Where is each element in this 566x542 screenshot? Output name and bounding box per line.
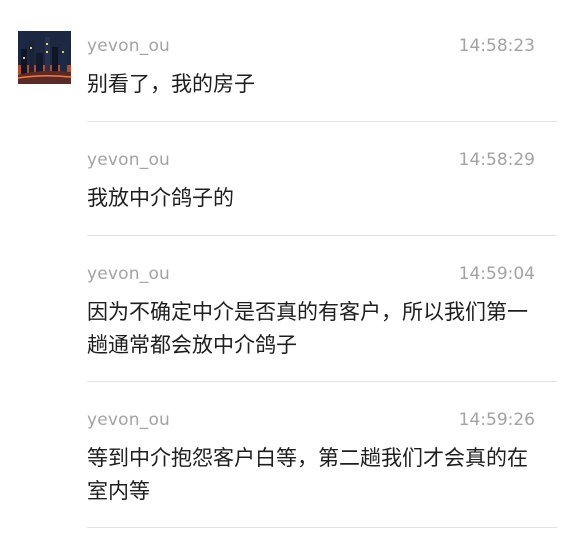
sender-name[interactable]: yevon_ou	[87, 410, 170, 430]
message-meta: yevon_ou 14:58:23	[87, 36, 535, 58]
message-meta: yevon_ou 14:59:26	[87, 410, 535, 432]
divider	[87, 121, 557, 122]
message-meta: yevon_ou 14:59:04	[87, 264, 535, 286]
timestamp: 14:58:29	[458, 150, 535, 170]
message-meta: yevon_ou 14:58:29	[87, 150, 535, 172]
city-night-avatar-icon[interactable]	[18, 31, 71, 84]
timestamp: 14:59:04	[458, 264, 535, 284]
message-1[interactable]: yevon_ou 14:58:23 别看了，我的房子	[87, 36, 535, 101]
message-text: 因为不确定中介是否真的有客户，所以我们第一趟通常都会放中介鸽子	[87, 300, 528, 357]
sender-name[interactable]: yevon_ou	[87, 36, 170, 56]
sender-name[interactable]: yevon_ou	[87, 150, 170, 170]
message-2[interactable]: yevon_ou 14:58:29 我放中介鸽子的	[87, 150, 535, 215]
message-3[interactable]: yevon_ou 14:59:04 因为不确定中介是否真的有客户，所以我们第一趟…	[87, 264, 535, 362]
divider	[87, 527, 557, 528]
divider	[87, 235, 557, 236]
message-4[interactable]: yevon_ou 14:59:26 等到中介抱怨客户白等，第二趟我们才会真的在室…	[87, 410, 535, 508]
message-text: 等到中介抱怨客户白等，第二趟我们才会真的在室内等	[87, 446, 528, 503]
chat-history: yevon_ou 14:58:23 别看了，我的房子 yevon_ou 14:5…	[0, 0, 566, 542]
divider	[87, 381, 557, 382]
message-text: 别看了，我的房子	[87, 72, 255, 96]
sender-name[interactable]: yevon_ou	[87, 264, 170, 284]
message-text: 我放中介鸽子的	[87, 186, 234, 210]
timestamp: 14:58:23	[458, 36, 535, 56]
timestamp: 14:59:26	[458, 410, 535, 430]
